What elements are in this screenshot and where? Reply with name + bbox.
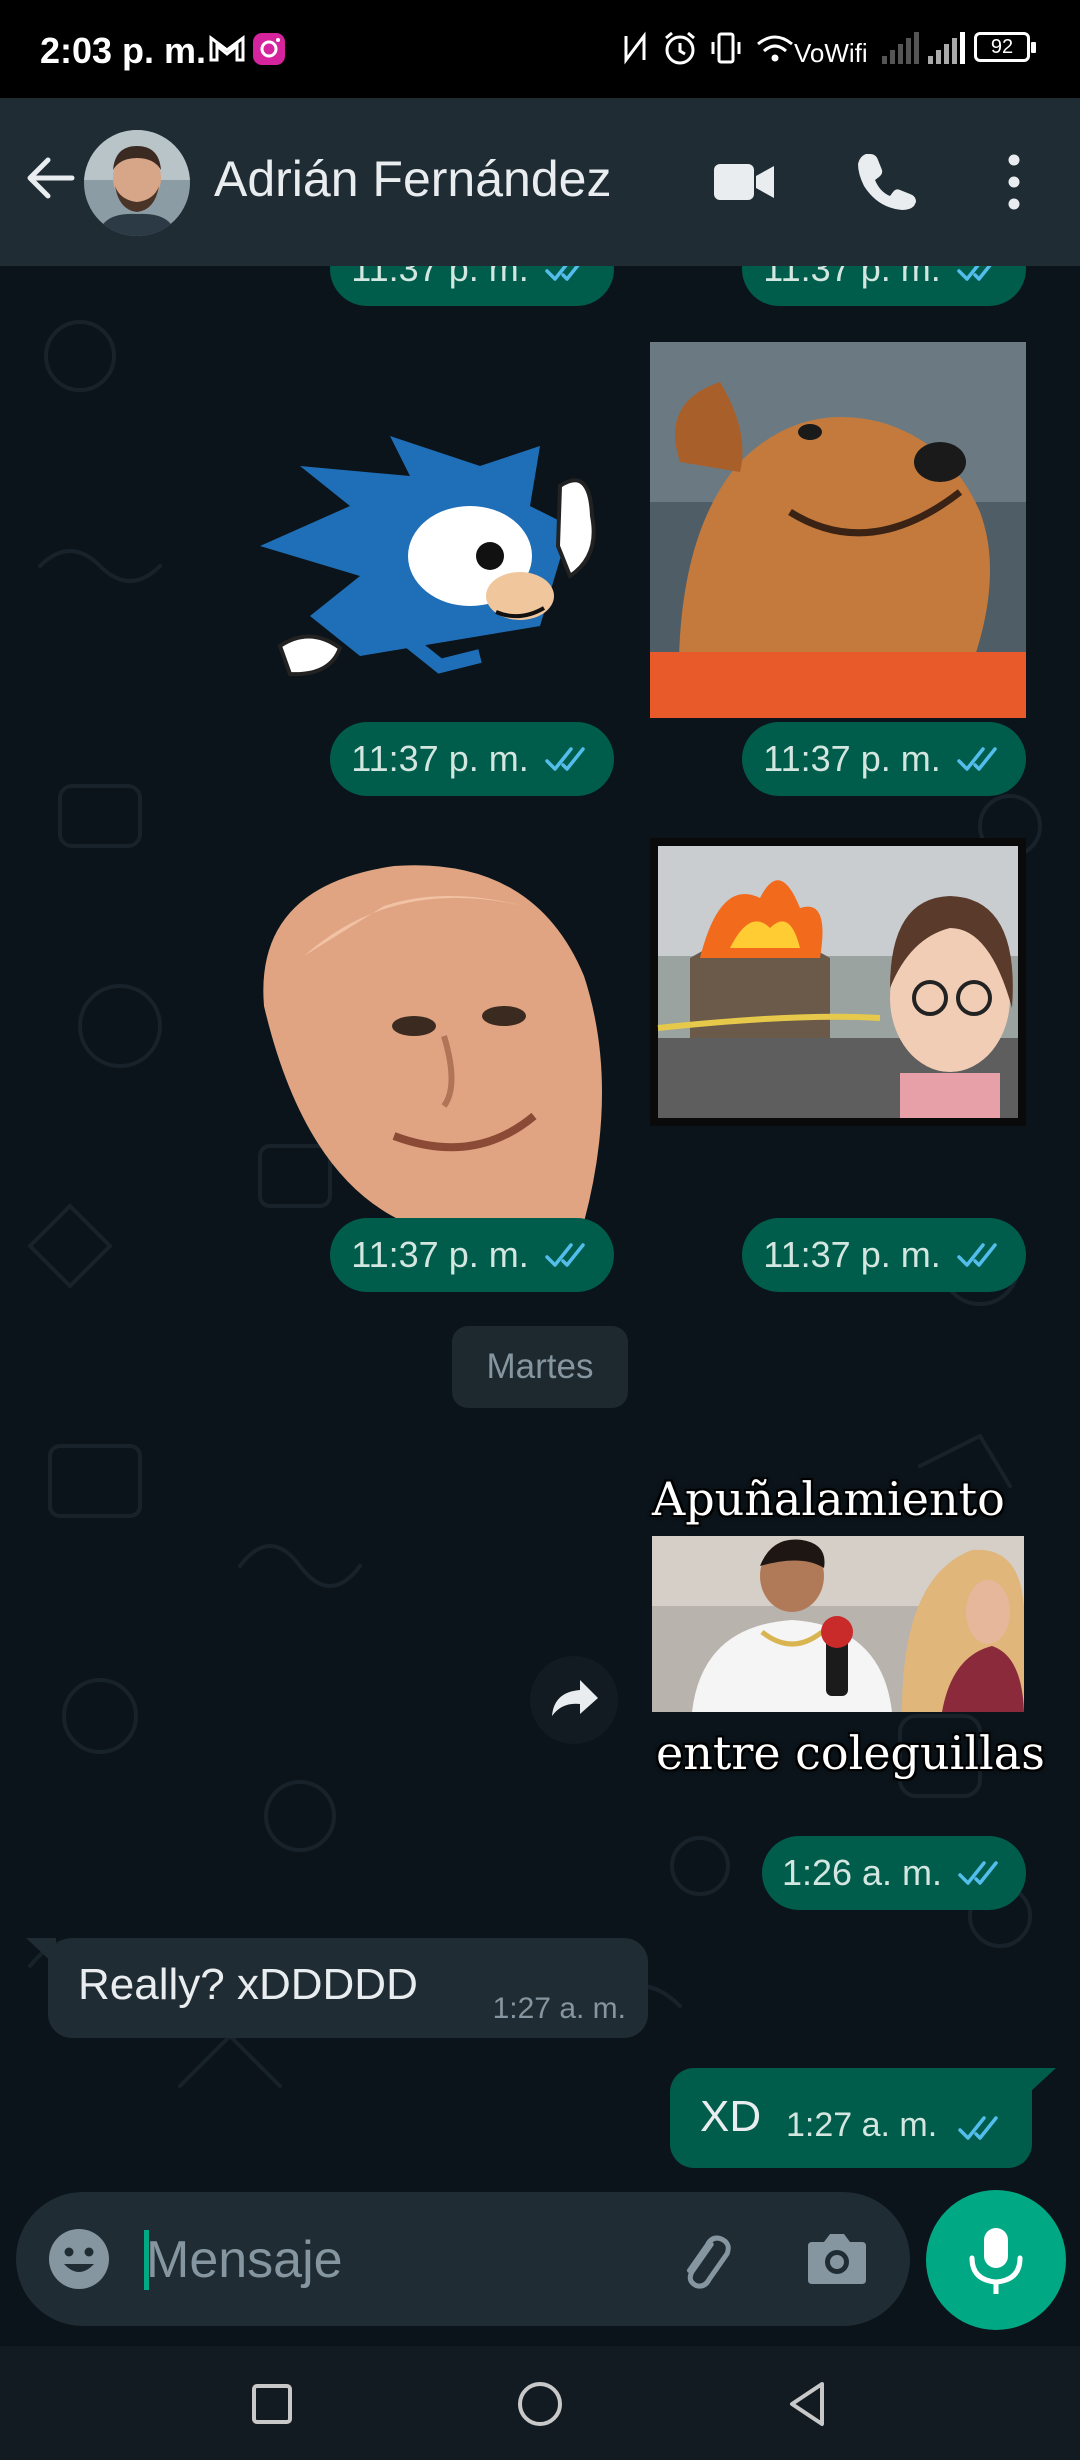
nfc-icon <box>624 31 646 65</box>
system-navigation-bar <box>0 2346 1080 2460</box>
chat-header: Adrián Fernández <box>0 98 1080 266</box>
read-receipt-icon <box>956 747 997 771</box>
read-receipt-icon <box>958 2116 998 2140</box>
forward-icon[interactable] <box>530 1656 618 1744</box>
instagram-icon <box>253 33 285 65</box>
read-receipt-icon <box>544 1243 585 1267</box>
attach-icon[interactable] <box>670 2228 736 2294</box>
microphone-icon <box>969 2228 1023 2294</box>
chat-area[interactable]: 11:37 p. m. 11:37 p. m. 11:37 p. m. 11:3… <box>0 266 1080 2192</box>
whatsapp-chat-screen: 2:03 p. m. VoWifi 92 Adrián Fernández 11… <box>0 0 1080 2460</box>
message-time: 11:37 p. m. <box>351 266 529 289</box>
message-time-pill: 11:37 p. m. <box>742 1218 1026 1292</box>
emoji-icon[interactable] <box>46 2226 112 2292</box>
message-time: 11:37 p. m. <box>763 266 941 289</box>
battery-level: 92 <box>990 36 1014 58</box>
message-time: 1:27 a. m. <box>492 1992 626 2025</box>
video-call-icon[interactable] <box>712 154 776 210</box>
dog-sticker[interactable] <box>650 342 1026 718</box>
message-input[interactable] <box>144 2222 628 2298</box>
vibrate-icon <box>711 32 741 64</box>
message-time-pill: 11:37 p. m. <box>330 266 614 306</box>
message-composer <box>16 2192 910 2326</box>
gmail-icon <box>209 35 245 62</box>
read-receipt-icon <box>544 266 580 281</box>
outgoing-bubble-tail <box>1030 2068 1056 2092</box>
voice-message-button[interactable] <box>926 2190 1066 2330</box>
disaster-girl-sticker[interactable] <box>650 838 1026 1126</box>
message-time: 11:37 p. m. <box>763 1234 941 1275</box>
read-receipt-icon <box>958 1861 998 1885</box>
sonic-sticker[interactable] <box>240 426 620 696</box>
read-receipt-icon <box>956 266 992 281</box>
sticker-caption-bottom: entre coleguillas <box>656 1726 1045 1780</box>
signal-icon <box>882 32 919 64</box>
wifi-icon <box>757 35 793 62</box>
status-bar: 2:03 p. m. VoWifi 92 <box>0 0 1080 98</box>
message-time: 11:37 p. m. <box>351 738 529 779</box>
incoming-message[interactable]: Really? xDDDDD 1:27 a. m. <box>48 1938 648 2038</box>
message-time: 1:26 a. m. <box>781 1852 943 1893</box>
back-button-icon[interactable] <box>778 2374 838 2434</box>
message-time-pill: 1:26 a. m. <box>762 1836 1026 1910</box>
face-sticker[interactable] <box>244 846 620 1222</box>
battery-icon: 92 <box>974 32 1036 62</box>
vowifi-label: VoWifi <box>794 38 868 68</box>
voice-call-icon[interactable] <box>856 150 918 212</box>
back-arrow-icon[interactable] <box>20 148 80 208</box>
home-button-icon[interactable] <box>510 2374 570 2434</box>
message-time: 11:37 p. m. <box>763 738 941 779</box>
camera-icon[interactable] <box>804 2228 870 2288</box>
contact-avatar[interactable] <box>84 130 190 236</box>
date-divider: Martes <box>452 1326 628 1408</box>
read-receipt-icon <box>544 747 585 771</box>
alarm-icon <box>665 31 695 65</box>
message-text: Really? xDDDDD <box>78 1960 418 2009</box>
more-options-icon[interactable] <box>996 150 1032 214</box>
interview-sticker[interactable] <box>652 1536 1024 1712</box>
signal-icon-2 <box>928 32 965 64</box>
sticker-caption-top: Apuñalamiento <box>652 1472 1005 1526</box>
recents-button-icon[interactable] <box>242 2374 302 2434</box>
message-time-pill: 11:37 p. m. <box>742 722 1026 796</box>
message-time: 1:27 a. m. <box>786 2106 938 2144</box>
message-time-pill: 11:37 p. m. <box>330 722 614 796</box>
message-text: XD <box>700 2092 762 2141</box>
status-time: 2:03 p. m. <box>40 30 207 71</box>
message-time-pill: 11:37 p. m. <box>330 1218 614 1292</box>
outgoing-message[interactable]: XD 1:27 a. m. <box>670 2068 1032 2168</box>
message-time-pill: 11:37 p. m. <box>742 266 1026 306</box>
read-receipt-icon <box>956 1243 997 1267</box>
message-time: 11:37 p. m. <box>351 1234 529 1275</box>
contact-name[interactable]: Adrián Fernández <box>214 150 654 208</box>
